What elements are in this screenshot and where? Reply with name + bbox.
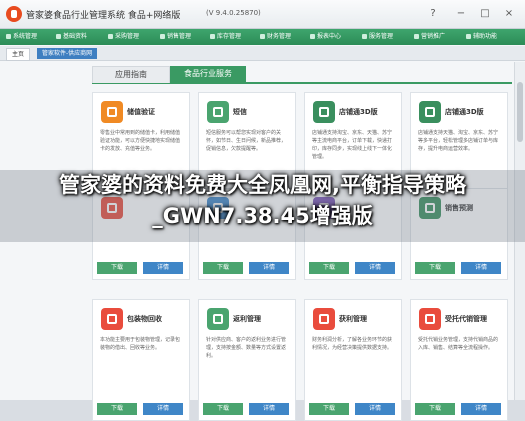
download-button[interactable]: 下载 (415, 403, 455, 415)
nav-label: 财务管理 (267, 33, 292, 40)
main-nav: 系统管理 基础资料 采购管理 销售管理 库存管理 财务管理 报表中心 服务管理 … (0, 29, 525, 45)
consignment-icon (419, 308, 441, 330)
card-description: 财务利润分析，了解各业务环节的获利情况，为经营决策提供数据支持。 (312, 337, 393, 351)
nav-finance[interactable]: 财务管理 (260, 29, 291, 45)
detail-button[interactable]: 详情 (461, 262, 501, 274)
detail-button[interactable]: 详情 (461, 403, 501, 415)
download-button[interactable]: 下载 (97, 262, 137, 274)
card-title: 店铺通3D版 (445, 108, 484, 116)
nav-label: 采购管理 (115, 33, 140, 40)
nav-tools[interactable]: 辅助功能 (466, 29, 497, 45)
inventory-icon (210, 34, 215, 39)
nav-service[interactable]: 服务管理 (362, 29, 393, 45)
close-icon[interactable]: × (502, 7, 516, 21)
tab-food-service[interactable]: 食品行业服务 (170, 66, 246, 82)
headline-overlay: 管家婆的资料免费大全凤凰网,平衡指导策略_GWN7.38.45增强版 (59, 173, 466, 228)
package-icon (101, 308, 123, 330)
nav-label: 系统管理 (13, 33, 38, 40)
nav-label: 库存管理 (217, 33, 242, 40)
card-title: 获利管理 (339, 315, 367, 323)
nav-label: 基础资料 (63, 33, 88, 40)
nav-label: 报表中心 (317, 33, 342, 40)
reports-icon (310, 34, 315, 39)
sms-icon (207, 101, 229, 123)
card-title: 短信 (233, 108, 247, 116)
download-button[interactable]: 下载 (203, 262, 243, 274)
stored-value-icon (101, 101, 123, 123)
nav-basic-data[interactable]: 基础资料 (56, 29, 87, 45)
nav-purchase[interactable]: 采购管理 (108, 29, 139, 45)
nav-label: 销售管理 (167, 33, 192, 40)
download-button[interactable]: 下载 (203, 403, 243, 415)
system-icon (6, 34, 11, 39)
maximize-icon[interactable]: □ (478, 7, 492, 21)
shop-icon (313, 101, 335, 123)
nav-label: 辅助功能 (473, 33, 498, 40)
card-title: 包装物回收 (127, 315, 162, 323)
download-button[interactable]: 下载 (309, 262, 349, 274)
download-button[interactable]: 下载 (309, 403, 349, 415)
nav-label: 营销推广 (421, 33, 446, 40)
card-package-recycle: 包装物回收 本功能主要用于包装物管理，记录包装物的借出、回收等业务。 下载 详情 (92, 299, 190, 421)
nav-inventory[interactable]: 库存管理 (210, 29, 241, 45)
marketing-icon (414, 34, 419, 39)
card-title: 店铺通3D版 (339, 108, 378, 116)
help-icon[interactable]: ? (426, 7, 440, 21)
card-profit: 获利管理 财务利润分析，了解各业务环节的获利情况，为经营决策提供数据支持。 下载… (304, 299, 402, 421)
tab-home[interactable]: 主页 (6, 48, 31, 61)
detail-button[interactable]: 详情 (249, 262, 289, 274)
app-title: 管家婆食品行业管理系统 食品+网络版 (26, 8, 180, 21)
nav-label: 服务管理 (369, 33, 394, 40)
app-title-text: 管家婆食品行业管理系统 (26, 11, 126, 21)
profit-icon (313, 308, 335, 330)
basic-data-icon (56, 34, 61, 39)
card-title: 返利管理 (233, 315, 261, 323)
card-description: 受托代销业务管理，支持代销商品的入库、销售、结算等全流程操作。 (418, 337, 499, 351)
detail-button[interactable]: 详情 (249, 403, 289, 415)
sales-icon (160, 34, 165, 39)
title-bar: 管家婆食品行业管理系统 食品+网络版 (V 9.4.0.25870) ? − □… (0, 0, 525, 29)
rebate-icon (207, 308, 229, 330)
nav-system[interactable]: 系统管理 (6, 29, 37, 45)
nav-marketing[interactable]: 营销推广 (414, 29, 445, 45)
card-consignment: 受托代销管理 受托代销业务管理，支持代销商品的入库、销售、结算等全流程操作。 下… (410, 299, 508, 421)
app-version: (V 9.4.0.25870) (206, 9, 261, 17)
scrollbar-thumb[interactable] (517, 82, 523, 142)
detail-button[interactable]: 详情 (355, 262, 395, 274)
finance-icon (260, 34, 265, 39)
shop-icon (419, 101, 441, 123)
nav-sales[interactable]: 销售管理 (160, 29, 191, 45)
download-button[interactable]: 下载 (97, 403, 137, 415)
document-tabs: 主页 管家软件-供应商网 (0, 46, 525, 61)
detail-button[interactable]: 详情 (143, 403, 183, 415)
minimize-icon[interactable]: − (454, 7, 468, 21)
card-title: 受托代销管理 (445, 315, 487, 323)
service-icon (362, 34, 367, 39)
app-edition: 食品+网络版 (127, 11, 181, 21)
app-window: 管家婆食品行业管理系统 食品+网络版 (V 9.4.0.25870) ? − □… (0, 0, 525, 421)
app-logo-icon (6, 6, 22, 22)
tab-app-guide[interactable]: 应用指南 (92, 66, 170, 83)
card-title: 储值验证 (127, 108, 155, 116)
card-description: 针对供应商、客户的返利业务进行管理，支持按金额、数量等方式设置返利。 (206, 337, 287, 359)
card-rebate: 返利管理 针对供应商、客户的返利业务进行管理，支持按金额、数量等方式设置返利。 … (198, 299, 296, 421)
nav-reports[interactable]: 报表中心 (310, 29, 341, 45)
detail-button[interactable]: 详情 (355, 403, 395, 415)
download-button[interactable]: 下载 (415, 262, 455, 274)
purchase-icon (108, 34, 113, 39)
detail-button[interactable]: 详情 (143, 262, 183, 274)
tools-icon (466, 34, 471, 39)
tab-supplier-network[interactable]: 管家软件-供应商网 (37, 48, 98, 59)
card-description: 本功能主要用于包装物管理，记录包装物的借出、回收等业务。 (100, 337, 181, 351)
service-subtabs: 应用指南 食品行业服务 (92, 62, 512, 84)
